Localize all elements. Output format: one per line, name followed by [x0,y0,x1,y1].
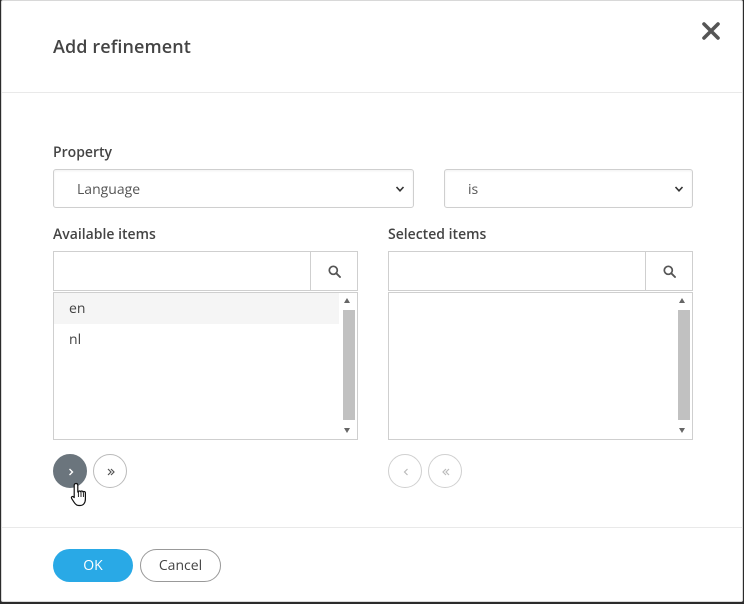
double-chevron-right-icon [107,468,115,476]
available-search-button[interactable] [310,252,357,290]
scroll-down-arrow-icon[interactable] [344,428,350,433]
add-refinement-dialog: Add refinement Property Language is Avai… [1,0,743,602]
double-chevron-left-icon [442,468,450,476]
property-label: Property [53,143,113,162]
search-icon [328,265,341,278]
scrollbar-thumb[interactable] [343,310,355,420]
close-icon [702,22,720,40]
scroll-up-arrow-icon[interactable] [344,298,350,303]
cancel-button[interactable]: Cancel [140,549,221,582]
ok-button[interactable]: OK [53,549,133,582]
selected-search [388,251,693,291]
selected-items-list[interactable] [388,292,693,440]
scrollbar-thumb[interactable] [678,310,690,420]
selected-items-label: Selected items [388,225,487,244]
scrollbar[interactable] [674,293,692,439]
hand-cursor-icon [70,482,86,507]
chevron-down-icon [395,186,405,192]
move-all-right-button[interactable] [93,454,127,488]
operator-select-value: is [468,180,479,199]
dialog-footer: OK Cancel [2,527,742,602]
move-left-button[interactable] [388,454,422,488]
property-select-value: Language [77,180,141,199]
available-search-input[interactable] [54,252,310,290]
available-items-list[interactable]: en nl [53,292,358,440]
close-button[interactable] [699,19,723,43]
chevron-down-icon [674,186,684,192]
operator-select[interactable]: is [444,169,693,208]
search-icon [663,265,676,278]
chevron-left-icon [403,468,408,476]
selected-search-input[interactable] [389,252,645,290]
scroll-up-arrow-icon[interactable] [679,298,685,303]
scroll-down-arrow-icon[interactable] [679,428,685,433]
available-items-label: Available items [53,225,156,244]
dialog-header: Add refinement [2,1,742,93]
dialog-title: Add refinement [53,35,191,59]
list-item[interactable]: en [54,293,339,324]
selected-search-button[interactable] [645,252,692,290]
property-select[interactable]: Language [53,169,414,208]
chevron-right-icon [69,468,74,476]
move-all-left-button[interactable] [428,454,462,488]
available-search [53,251,358,291]
scrollbar[interactable] [339,293,357,439]
list-item[interactable]: nl [54,324,339,355]
